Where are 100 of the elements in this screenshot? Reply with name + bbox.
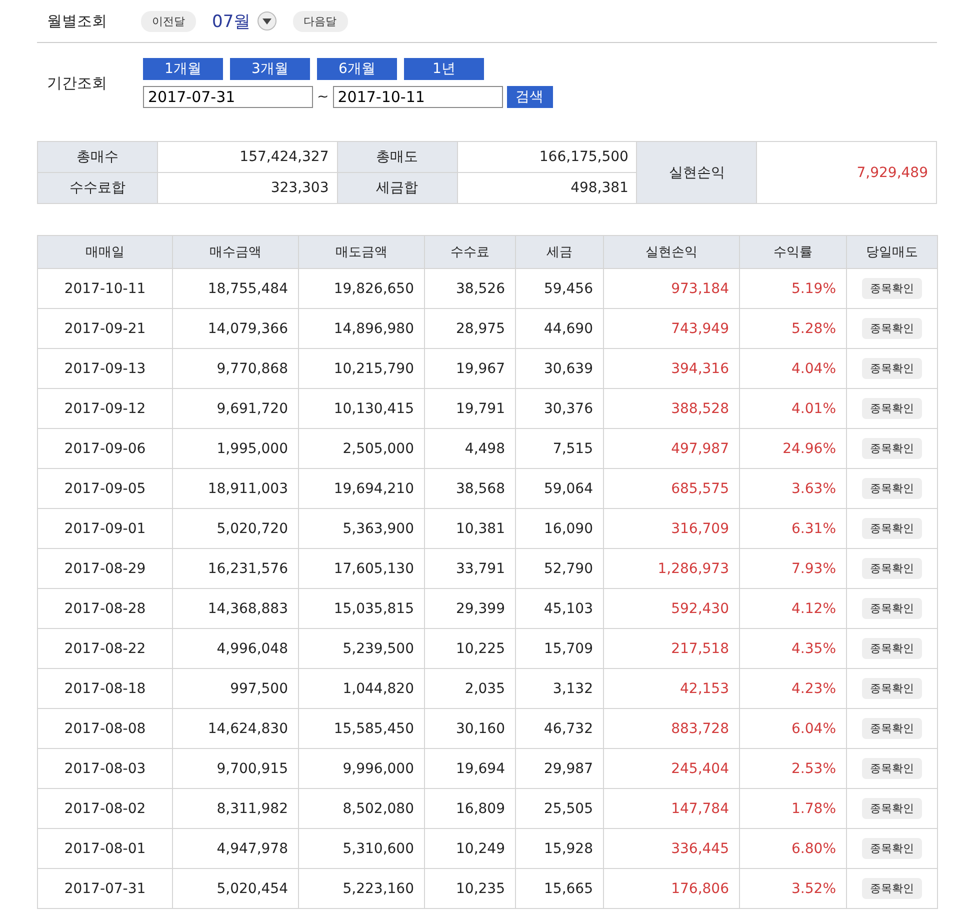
table-cell: 5,020,720 <box>172 508 298 548</box>
table-cell: 2017-10-11 <box>38 268 172 308</box>
summary-label: 총매도 <box>337 142 457 172</box>
table-cell: 2017-08-03 <box>38 748 172 788</box>
table-cell: 19,694 <box>424 748 516 788</box>
period-preset-button[interactable]: 6개월 <box>317 58 397 80</box>
check-stock-button[interactable]: 종목확인 <box>862 318 922 339</box>
check-stock-button[interactable]: 종목확인 <box>862 278 922 299</box>
table-cell: 245,404 <box>604 748 740 788</box>
table-cell: 147,784 <box>604 788 740 828</box>
check-stock-button[interactable]: 종목확인 <box>862 718 922 739</box>
end-date-field[interactable]: 2017-10-11 <box>332 86 503 108</box>
table-cell: 14,368,883 <box>172 588 298 628</box>
table-cell: 2017-08-18 <box>38 668 172 708</box>
period-preset-button[interactable]: 3개월 <box>230 58 310 80</box>
summary-label: 실현손익 <box>636 142 757 204</box>
column-header: 세금 <box>516 236 604 268</box>
table-cell: 18,911,003 <box>172 468 298 508</box>
table-cell: 10,381 <box>424 508 516 548</box>
table-cell: 2017-09-13 <box>38 348 172 388</box>
table-cell: 9,996,000 <box>298 748 424 788</box>
summary-label: 수수료합 <box>38 172 158 204</box>
table-cell: 394,316 <box>604 348 740 388</box>
table-cell: 5.19% <box>740 268 846 308</box>
check-stock-button[interactable]: 종목확인 <box>862 838 922 859</box>
check-stock-button[interactable]: 종목확인 <box>862 758 922 779</box>
table-cell: 42,153 <box>604 668 740 708</box>
table-cell: 497,987 <box>604 428 740 468</box>
table-cell: 24.96% <box>740 428 846 468</box>
table-cell: 30,376 <box>516 388 604 428</box>
table-cell: 8,502,080 <box>298 788 424 828</box>
table-cell: 2017-08-28 <box>38 588 172 628</box>
next-month-button[interactable]: 다음달 <box>292 10 348 32</box>
table-cell: 29,399 <box>424 588 516 628</box>
table-cell: 10,215,790 <box>298 348 424 388</box>
table-cell: 10,225 <box>424 628 516 668</box>
summary-value: 166,175,500 <box>457 142 637 172</box>
table-cell: 2017-08-08 <box>38 708 172 748</box>
table-cell: 883,728 <box>604 708 740 748</box>
table-cell: 15,665 <box>516 868 604 908</box>
search-button[interactable]: 검색 <box>506 86 553 108</box>
table-cell: 743,949 <box>604 308 740 348</box>
period-preset-button[interactable]: 1년 <box>404 58 484 80</box>
table-cell: 2017-09-01 <box>38 508 172 548</box>
table-cell: 15,585,450 <box>298 708 424 748</box>
previous-month-button[interactable]: 이전달 <box>141 10 196 32</box>
table-cell: 217,518 <box>604 628 740 668</box>
summary-label: 총매수 <box>38 142 158 172</box>
table-cell: 4,996,048 <box>172 628 298 668</box>
check-stock-button[interactable]: 종목확인 <box>862 598 922 619</box>
table-cell: 5,223,160 <box>298 868 424 908</box>
table-cell: 25,505 <box>516 788 604 828</box>
monthly-label: 월별조회 <box>47 12 108 30</box>
check-stock-button[interactable]: 종목확인 <box>862 358 922 379</box>
table-cell: 38,526 <box>424 268 516 308</box>
check-stock-button[interactable]: 종목확인 <box>862 438 922 459</box>
table-cell: 46,732 <box>516 708 604 748</box>
check-stock-button[interactable]: 종목확인 <box>862 878 922 899</box>
table-cell: 2,035 <box>424 668 516 708</box>
table-cell: 592,430 <box>604 588 740 628</box>
table-cell: 997,500 <box>172 668 298 708</box>
table-cell: 17,605,130 <box>298 548 424 588</box>
check-stock-button[interactable]: 종목확인 <box>862 558 922 579</box>
table-cell: 5,020,454 <box>172 868 298 908</box>
table-cell: 15,035,815 <box>298 588 424 628</box>
range-separator: ~ <box>317 89 329 105</box>
check-stock-button[interactable]: 종목확인 <box>862 478 922 499</box>
table-cell: 10,235 <box>424 868 516 908</box>
table-cell: 44,690 <box>516 308 604 348</box>
dropdown-icon[interactable] <box>256 11 277 31</box>
table-cell: 19,791 <box>424 388 516 428</box>
table-cell: 19,694,210 <box>298 468 424 508</box>
period-preset-button[interactable]: 1개월 <box>143 58 223 80</box>
table-cell: 2017-08-02 <box>38 788 172 828</box>
table-cell: 29,987 <box>516 748 604 788</box>
month-label: 07월 <box>212 10 251 32</box>
table-cell: 685,575 <box>604 468 740 508</box>
check-stock-button[interactable]: 종목확인 <box>862 398 922 419</box>
table-cell: 1,995,000 <box>172 428 298 468</box>
table-cell: 3.52% <box>740 868 846 908</box>
table-cell: 2017-09-12 <box>38 388 172 428</box>
table-cell: 4.23% <box>740 668 846 708</box>
table-cell: 5,239,500 <box>298 628 424 668</box>
check-stock-button[interactable]: 종목확인 <box>862 518 922 539</box>
table-cell: 52,790 <box>516 548 604 588</box>
column-header: 매수금액 <box>172 236 298 268</box>
table-cell: 7.93% <box>740 548 846 588</box>
check-stock-button[interactable]: 종목확인 <box>862 638 922 659</box>
table-cell: 30,639 <box>516 348 604 388</box>
table-cell: 45,103 <box>516 588 604 628</box>
table-cell: 2017-09-06 <box>38 428 172 468</box>
start-date-field[interactable]: 2017-07-31 <box>143 86 313 108</box>
table-cell: 4.35% <box>740 628 846 668</box>
table-cell: 15,709 <box>516 628 604 668</box>
column-header: 매매일 <box>38 236 172 268</box>
table-cell: 3,132 <box>516 668 604 708</box>
period-label: 기간조회 <box>47 74 108 92</box>
check-stock-button[interactable]: 종목확인 <box>862 678 922 699</box>
check-stock-button[interactable]: 종목확인 <box>862 798 922 819</box>
table-cell: 5.28% <box>740 308 846 348</box>
